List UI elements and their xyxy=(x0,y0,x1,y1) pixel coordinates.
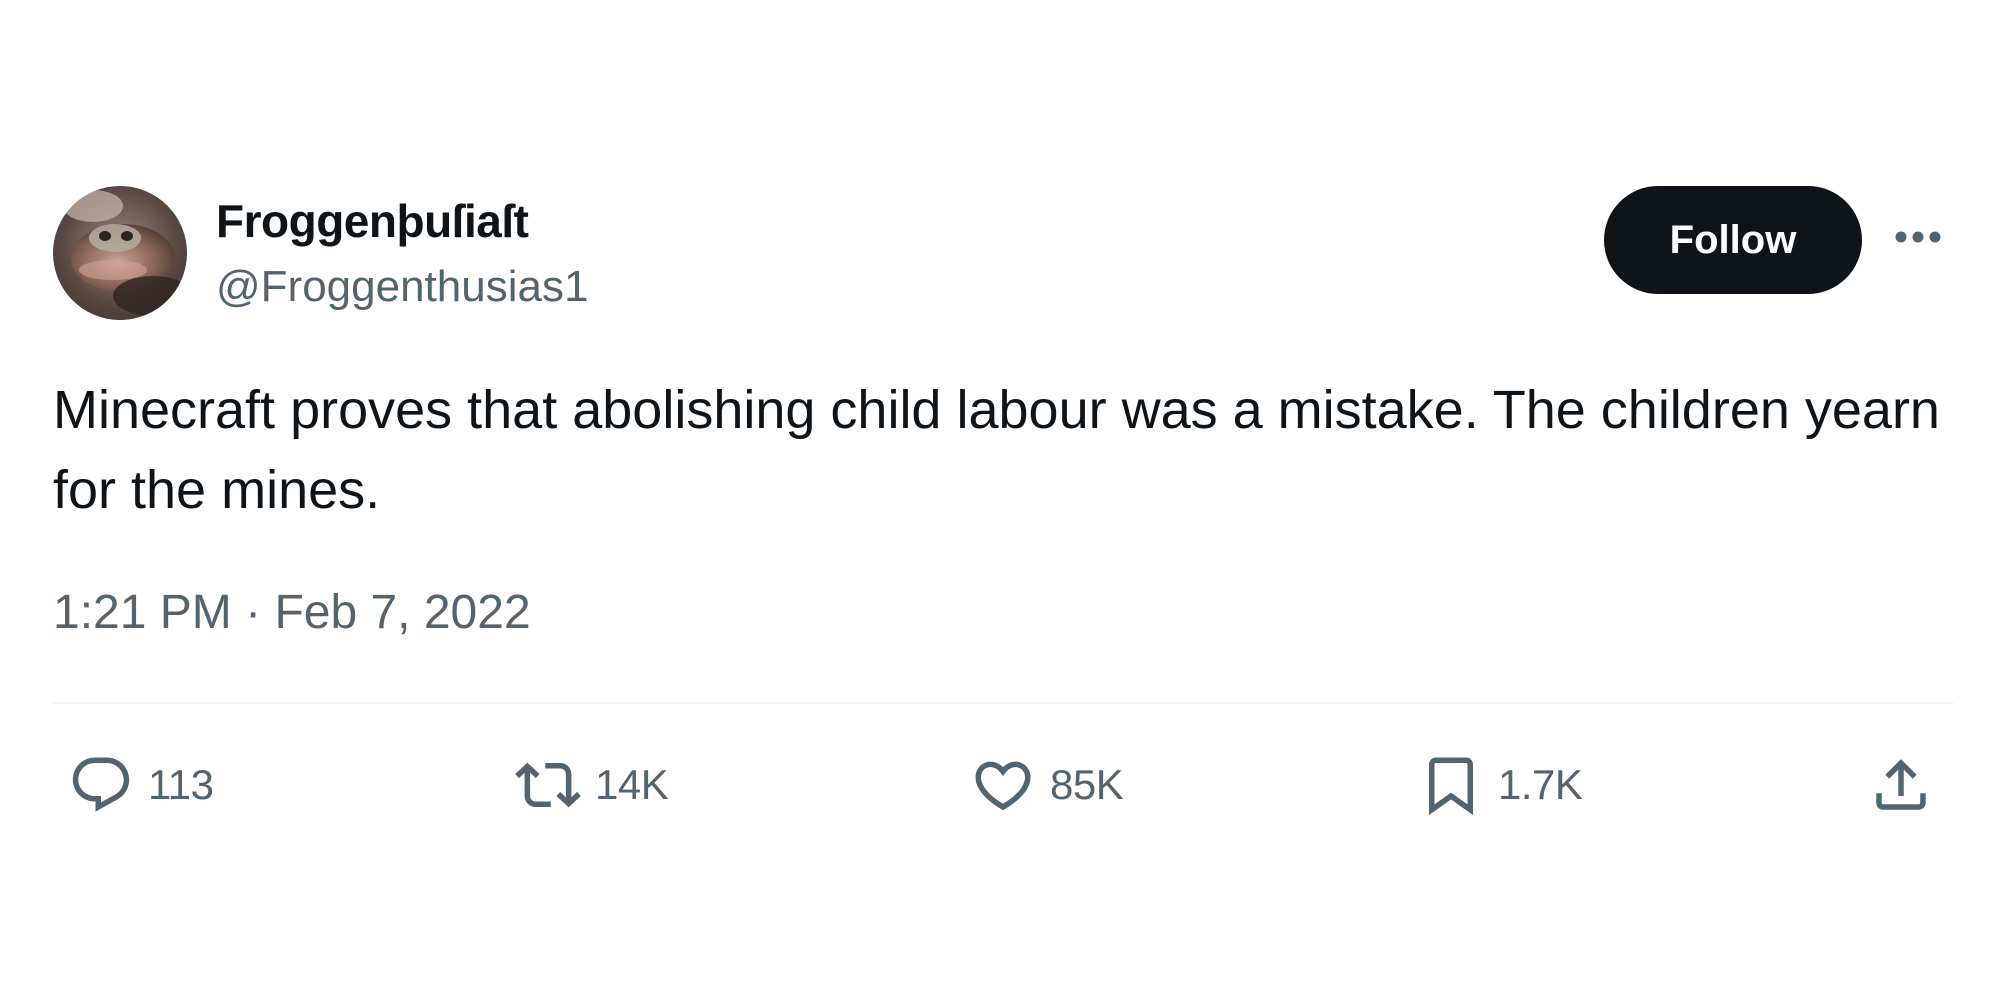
reply-count: 113 xyxy=(148,761,214,808)
author-display-name[interactable]: Froggenþuſiaſt xyxy=(216,194,529,248)
tweet-timestamp[interactable]: 1:21 PM · Feb 7, 2022 xyxy=(53,585,531,640)
share-icon xyxy=(1876,759,1926,810)
tweet-time[interactable]: 1:21 PM xyxy=(53,586,232,639)
divider xyxy=(53,702,1953,704)
like-count: 85K xyxy=(1050,761,1124,808)
follow-button[interactable]: Follow xyxy=(1604,186,1862,294)
bookmark-button[interactable]: 1.7K xyxy=(1418,750,1583,820)
repost-count: 14K xyxy=(595,761,669,808)
repost-icon xyxy=(515,762,581,808)
avatar[interactable] xyxy=(53,186,187,320)
bookmark-icon xyxy=(1429,757,1473,816)
repost-button[interactable]: 14K xyxy=(515,750,669,820)
more-options-button[interactable] xyxy=(1890,215,1946,259)
share-button[interactable] xyxy=(1868,750,1934,820)
reply-button[interactable]: 113 xyxy=(68,750,214,820)
reply-icon xyxy=(72,757,130,812)
avatar-image xyxy=(53,186,187,320)
bookmark-count: 1.7K xyxy=(1498,761,1583,808)
tweet-text: Minecraft proves that abolishing child l… xyxy=(53,380,1940,520)
like-button[interactable]: 85K xyxy=(970,750,1124,820)
tweet-date[interactable]: Feb 7, 2022 xyxy=(274,586,530,639)
more-horizontal-icon xyxy=(1895,231,1941,243)
tweet-card: Froggenþuſiaſt @Froggenthusias1 Follow M… xyxy=(0,0,2000,1000)
meta-separator: · xyxy=(245,586,262,639)
heart-icon xyxy=(975,761,1031,811)
author-handle[interactable]: @Froggenthusias1 xyxy=(216,262,588,312)
